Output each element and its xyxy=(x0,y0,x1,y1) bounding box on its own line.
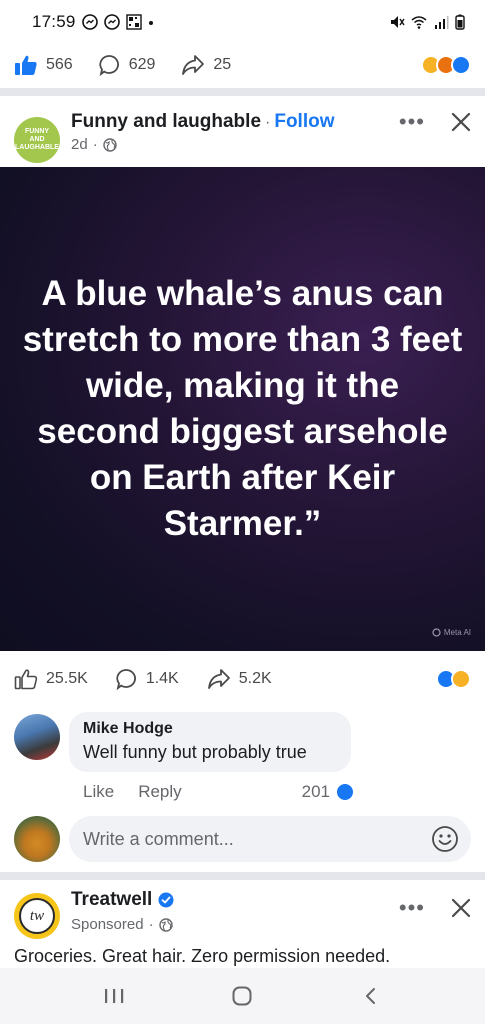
comment-like-count[interactable]: 201 xyxy=(302,782,355,802)
verified-badge-icon xyxy=(158,892,174,908)
messenger-icon xyxy=(103,14,120,30)
globe-icon xyxy=(102,137,117,152)
top-reactions-bar: 566 629 25 xyxy=(0,44,485,86)
back-button[interactable] xyxy=(351,976,391,1016)
emoji-picker-icon[interactable] xyxy=(431,825,459,853)
like-emoji-icon xyxy=(451,55,471,75)
recent-apps-icon xyxy=(105,989,124,1003)
share-count: 5.2K xyxy=(238,670,272,687)
post-image-text: A blue whale’s anus can stretch to more … xyxy=(22,274,463,543)
mute-icon xyxy=(391,16,405,28)
more-options-icon[interactable]: ••• xyxy=(399,109,425,135)
qr-icon xyxy=(125,14,142,30)
status-time: 17:59 xyxy=(32,12,76,31)
top-like-count-label: 566 xyxy=(46,56,73,73)
avatar-text-line: AND xyxy=(29,136,45,143)
divider xyxy=(0,88,485,96)
advertiser-logo: tw xyxy=(19,898,55,934)
comment-like-button[interactable]: Like xyxy=(83,782,114,802)
meta-ai-label: Meta AI xyxy=(443,628,471,637)
share-button[interactable]: 5.2K xyxy=(207,668,272,690)
advertiser-name-line: Treatwell xyxy=(71,889,174,911)
top-reaction-emojis[interactable] xyxy=(421,55,471,75)
avatar-text-line: FUNNY xyxy=(24,128,50,135)
top-share-count[interactable]: 25 xyxy=(181,54,231,76)
post-header: FUNNY AND LAUGHABLE Funny and laughable ·… xyxy=(0,97,485,165)
comment-icon xyxy=(116,669,136,690)
meta-ai-watermark: Meta AI xyxy=(432,628,471,637)
like-filled-icon xyxy=(15,55,37,75)
close-icon[interactable] xyxy=(451,898,471,918)
advertiser-avatar[interactable]: tw xyxy=(14,893,60,939)
follow-button[interactable]: Follow xyxy=(274,111,334,132)
sponsored-post-header: tw Treatwell Sponsored · ••• xyxy=(0,881,485,945)
meta-ai-icon xyxy=(432,628,441,637)
messenger-icon xyxy=(81,14,98,30)
comment-reply-button[interactable]: Reply xyxy=(138,782,181,802)
top-share-count-label: 25 xyxy=(213,56,232,73)
like-outline-icon xyxy=(14,669,38,690)
post-name-line: Funny and laughable · Follow xyxy=(71,111,335,133)
share-icon xyxy=(207,669,230,689)
back-icon xyxy=(365,988,375,1004)
separator-dot: · xyxy=(265,114,271,131)
divider xyxy=(0,872,485,880)
status-bar: 17:59 xyxy=(0,0,485,44)
top-comment-count[interactable]: 629 xyxy=(99,54,156,76)
like-button[interactable]: 25.5K xyxy=(14,668,88,690)
commenter-avatar[interactable] xyxy=(14,714,60,760)
like-emoji-icon xyxy=(335,782,355,802)
user-avatar[interactable] xyxy=(14,816,60,862)
post-reactions-bar: 25.5K 1.4K 5.2K xyxy=(0,658,485,700)
globe-icon xyxy=(158,917,173,932)
comment-icon xyxy=(99,55,119,76)
avatar-text-line: LAUGHABLE xyxy=(15,144,59,151)
post-meta: Funny and laughable · Follow 2d · xyxy=(71,111,335,153)
separator-dot: · xyxy=(92,136,98,153)
comment-button[interactable]: 1.4K xyxy=(116,668,179,690)
post-image[interactable]: A blue whale’s anus can stretch to more … xyxy=(0,167,485,651)
top-like-count[interactable]: 566 xyxy=(14,54,73,76)
sponsored-label[interactable]: Sponsored xyxy=(71,916,144,933)
ad-caption: Groceries. Great hair. Zero permission n… xyxy=(14,946,391,966)
dot-icon xyxy=(148,21,153,25)
comment-text: Well funny but probably true xyxy=(83,742,307,762)
ad-header-actions: ••• xyxy=(399,895,471,921)
comment-input[interactable]: Write a comment... xyxy=(69,816,471,862)
comment-actions: Like Reply 201 xyxy=(83,782,355,802)
write-comment-row: Write a comment... xyxy=(14,814,474,862)
recent-apps-button[interactable] xyxy=(94,976,134,1016)
comment-like-count-label: 201 xyxy=(301,782,330,801)
system-nav-bar xyxy=(0,968,485,1024)
more-options-icon[interactable]: ••• xyxy=(399,895,425,921)
post-header-actions: ••• xyxy=(399,109,471,135)
signal-icon xyxy=(435,16,449,29)
post-age[interactable]: 2d xyxy=(71,136,88,153)
battery-icon xyxy=(455,14,465,30)
post-reaction-emojis[interactable] xyxy=(436,669,471,689)
page-name-link[interactable]: Funny and laughable xyxy=(71,111,261,132)
comment-input-placeholder: Write a comment... xyxy=(83,828,234,849)
ad-meta: Treatwell Sponsored · xyxy=(71,889,174,933)
ad-sub: Sponsored · xyxy=(71,916,174,933)
comment-author[interactable]: Mike Hodge xyxy=(83,720,337,738)
share-icon xyxy=(182,55,205,75)
close-icon[interactable] xyxy=(451,112,471,132)
wifi-icon xyxy=(411,16,427,29)
home-icon xyxy=(232,986,252,1006)
comment-count: 1.4K xyxy=(145,670,179,687)
post-sub: 2d · xyxy=(71,136,335,153)
like-count: 25.5K xyxy=(46,670,88,687)
advertiser-name[interactable]: Treatwell xyxy=(71,889,152,911)
home-button[interactable] xyxy=(222,976,262,1016)
page-avatar[interactable]: FUNNY AND LAUGHABLE xyxy=(14,117,60,163)
comment-bubble[interactable]: Mike Hodge Well funny but probably true xyxy=(69,712,351,772)
separator-dot: · xyxy=(148,916,154,933)
haha-emoji-icon xyxy=(451,669,471,689)
top-comment-count-label: 629 xyxy=(128,56,156,73)
